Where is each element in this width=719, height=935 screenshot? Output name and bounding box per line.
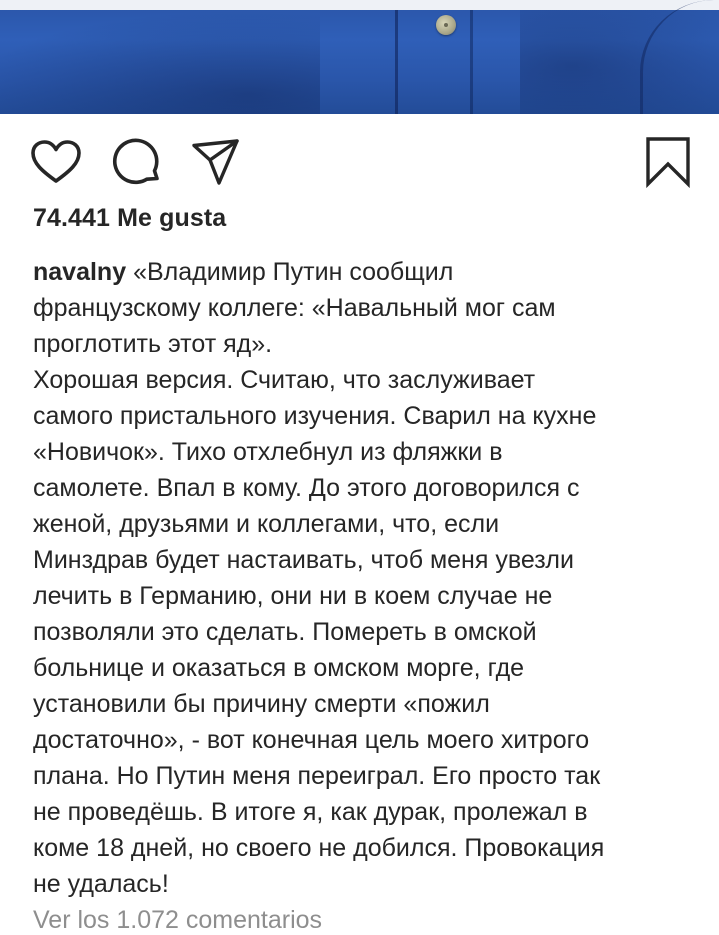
caption-line: достаточно», - вот конечная цель моего х… bbox=[33, 726, 590, 754]
post-caption: navalny «Владимир Путин сообщил французс… bbox=[33, 254, 693, 902]
caption-line: не удалась! bbox=[33, 870, 169, 898]
caption-line: установили бы причину смерти «пожил bbox=[33, 690, 490, 718]
like-button[interactable] bbox=[28, 130, 84, 194]
caption-username[interactable]: navalny bbox=[33, 258, 126, 286]
caption-line: женой, друзьями и коллегами, что, если bbox=[33, 510, 500, 538]
caption-line: лечить в Германию, они ни в коем случае … bbox=[33, 582, 553, 610]
post-action-bar bbox=[0, 130, 719, 194]
caption-line: проглотить этот яд». bbox=[33, 330, 273, 358]
caption-line: «Новичок». Тихо отхлебнул из фляжки в bbox=[33, 438, 503, 466]
comment-button[interactable] bbox=[108, 130, 164, 194]
caption-line: плана. Но Путин меня переиграл. Его прос… bbox=[33, 762, 601, 790]
caption-line: самого пристального изучения. Сварил на … bbox=[33, 402, 597, 430]
caption-line: не проведёшь. В итоге я, как дурак, прол… bbox=[33, 798, 588, 826]
likes-count[interactable]: 74.441 Me gusta bbox=[33, 204, 226, 233]
caption-line: позволяли это сделать. Помереть в омской bbox=[33, 618, 537, 646]
shirt-fold-shadow bbox=[0, 10, 320, 114]
caption-line: «Владимир Путин сообщил bbox=[133, 258, 454, 286]
share-button[interactable] bbox=[188, 130, 244, 194]
shirt-placket bbox=[395, 10, 398, 114]
caption-line: больнице и оказаться в омском морге, где bbox=[33, 654, 525, 682]
caption-line: французскому коллеге: «Навальный мог сам bbox=[33, 294, 556, 322]
paper-plane-icon bbox=[192, 139, 239, 185]
photo-background bbox=[0, 0, 719, 10]
caption-line: коме 18 дней, но своего не добился. Пров… bbox=[33, 834, 605, 862]
bookmark-icon bbox=[646, 137, 690, 188]
save-button[interactable] bbox=[640, 130, 696, 194]
shirt-placket bbox=[470, 10, 473, 114]
comment-bubble-icon bbox=[112, 138, 159, 185]
view-comments-link[interactable]: Ver los 1.072 comentarios bbox=[33, 906, 322, 935]
caption-line: Хорошая версия. Считаю, что заслуживает bbox=[33, 366, 536, 394]
caption-line: самолете. Впал в кому. До этого договори… bbox=[33, 474, 580, 502]
caption-line: Минздрав будет настаивать, чтоб меня уве… bbox=[33, 546, 574, 574]
post-photo[interactable] bbox=[0, 0, 719, 114]
heart-icon bbox=[31, 140, 81, 183]
shirt-button bbox=[436, 15, 456, 35]
